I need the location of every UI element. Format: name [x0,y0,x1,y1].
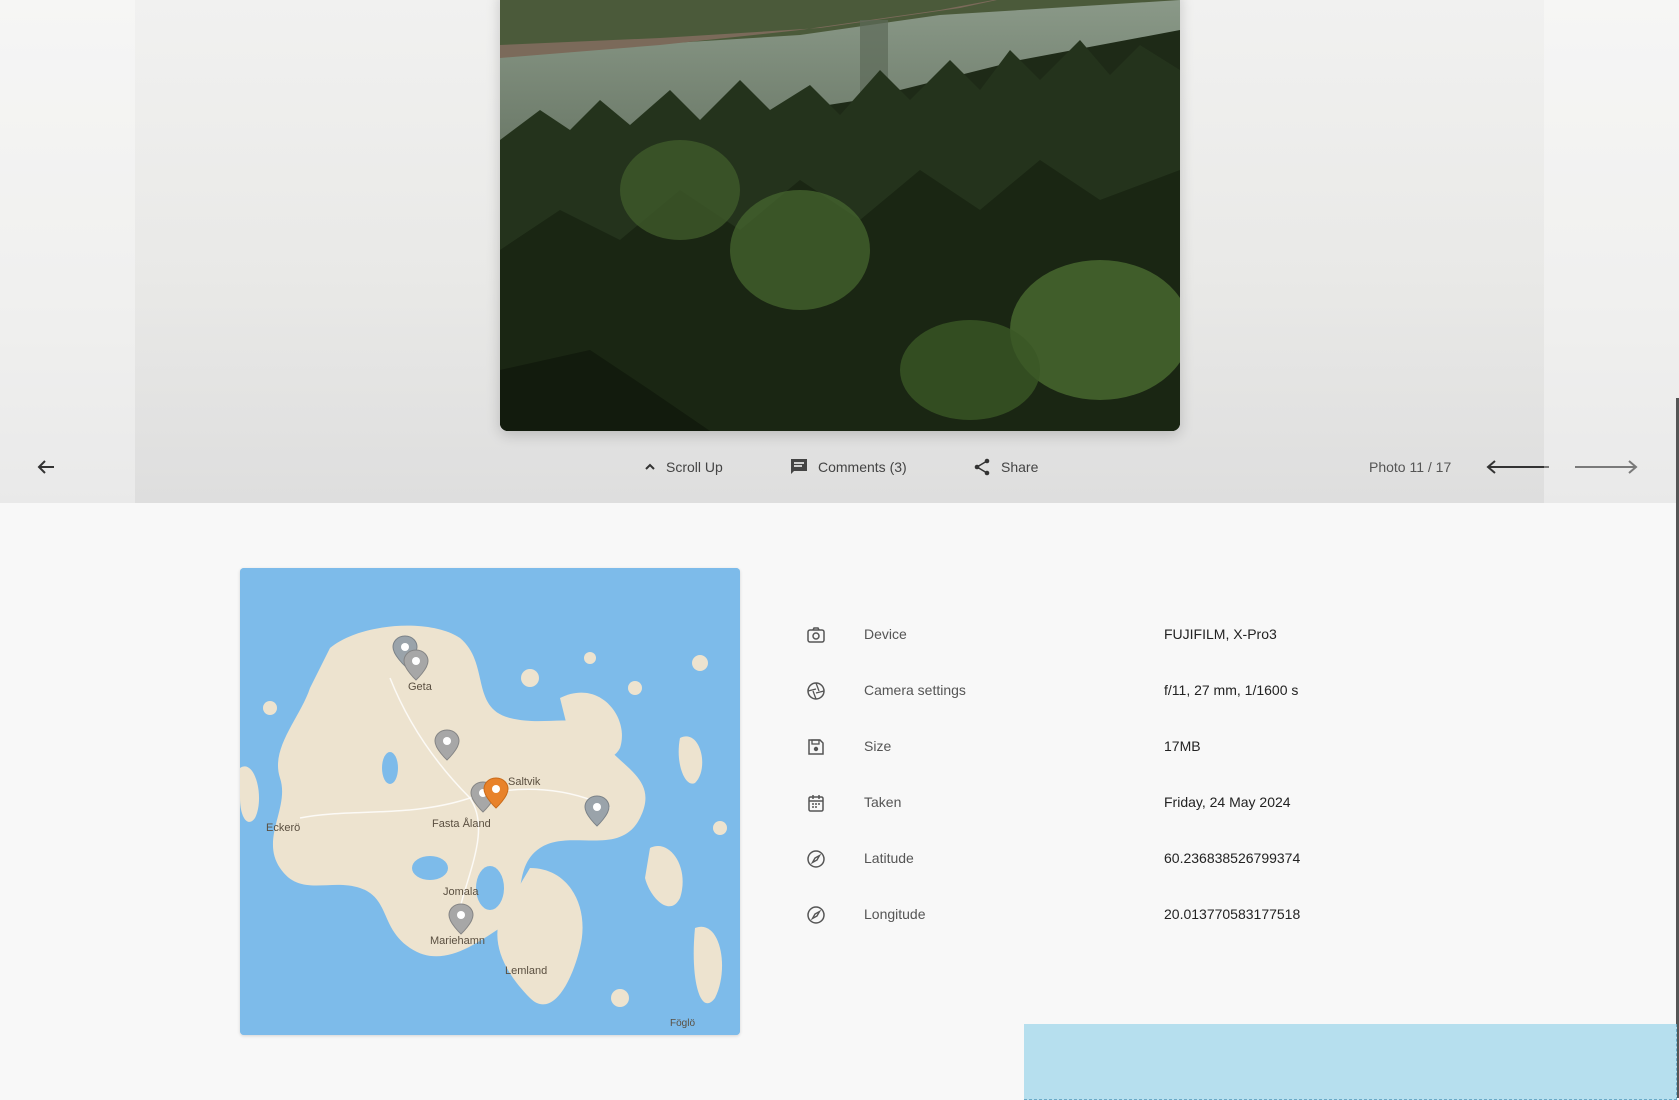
comments-button[interactable]: Comments (3) [790,440,907,494]
back-button[interactable] [36,440,56,494]
detail-row-longitude: Longitude 20.013770583177518 [806,896,1366,952]
photo-counter: Photo 11 / 17 [1369,459,1452,475]
detail-value: Friday, 24 May 2024 [1164,794,1291,810]
detail-row-device: Device FUJIFILM, X-Pro3 [806,616,1366,672]
map-label: Geta [408,681,432,693]
share-icon [973,458,991,476]
detail-label: Latitude [864,850,914,866]
photo-viewer: Scroll Up Comments (3) Share Photo 11 / … [0,0,1679,503]
share-button[interactable]: Share [973,440,1038,494]
map-label: Jomala [443,886,479,898]
photo [500,0,1180,431]
chevron-up-icon [644,462,656,472]
map-label: Föglö [670,1018,696,1029]
long-arrow-right-icon [1573,459,1639,475]
next-photo-button[interactable] [1573,440,1639,494]
detail-row-size: Size 17MB [806,728,1366,784]
calendar-icon [806,793,826,813]
camera-icon [806,625,826,645]
arrow-left-icon [36,459,56,475]
detail-value: 60.236838526799374 [1164,850,1301,866]
detail-label: Device [864,626,907,642]
scroll-up-button[interactable]: Scroll Up [644,440,723,494]
map-label: Mariehamn [430,935,486,947]
map-label: Eckerö [266,822,301,834]
detail-label: Size [864,738,892,754]
compass-icon [806,849,826,869]
comments-label: Comments (3) [818,459,907,475]
long-arrow-left-icon [1485,459,1551,475]
aperture-icon [806,681,826,701]
detail-value: 20.013770583177518 [1164,906,1301,922]
detail-value: FUJIFILM, X-Pro3 [1164,626,1277,642]
selection-overlay [1024,1024,1677,1100]
share-label: Share [1001,459,1039,475]
comment-icon [790,458,808,476]
detail-value: f/11, 27 mm, 1/1600 s [1164,682,1299,698]
detail-row-taken: Taken Friday, 24 May 2024 [806,784,1366,840]
compass-icon [806,905,826,925]
save-icon [806,737,826,757]
scroll-up-label: Scroll Up [666,459,723,475]
detail-label: Taken [864,794,902,810]
detail-label: Longitude [864,906,926,922]
photo-details: Device FUJIFILM, X-Pro3 Camera settings … [806,616,1366,952]
previous-photo-button[interactable] [1485,440,1551,494]
detail-label: Camera settings [864,682,966,698]
map-label: Saltvik [508,776,541,788]
location-map[interactable]: Geta Saltvik Fasta Åland Eckerö Jomala M… [240,568,740,1035]
photo-toolbar: Scroll Up Comments (3) Share Photo 11 / … [0,440,1679,494]
detail-value: 17MB [1164,738,1201,754]
map-label: Lemland [505,965,548,977]
detail-row-latitude: Latitude 60.236838526799374 [806,840,1366,896]
detail-row-camera-settings: Camera settings f/11, 27 mm, 1/1600 s [806,672,1366,728]
map-label: Fasta Åland [432,818,491,830]
